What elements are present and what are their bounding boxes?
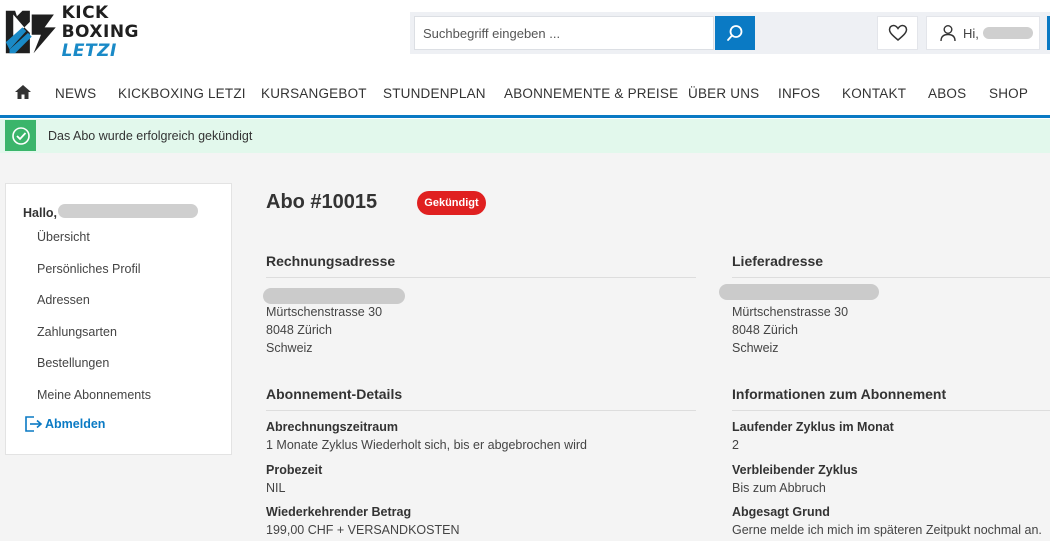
billing-country: Schweiz: [266, 341, 313, 355]
trial-period-label: Probezeit: [266, 463, 323, 477]
logo-line-letzi: LETZI: [61, 40, 117, 61]
nav-item-abonnemente-preise[interactable]: ABONNEMENTE & PREISE: [504, 86, 678, 101]
redacted-shipping-name: [719, 284, 879, 300]
nav-item-news[interactable]: NEWS: [55, 86, 96, 101]
remaining-cycle-value: Bis zum Abbruch: [732, 481, 826, 495]
account-sidebar: Hallo, Übersicht Persönliches Profil Adr…: [5, 183, 232, 455]
sidebar-item-zahlungsarten[interactable]: Zahlungsarten: [37, 325, 117, 339]
site-logo[interactable]: KICK BOXING LETZI: [4, 2, 139, 61]
subscription-info-heading: Informationen zum Abonnement: [732, 386, 947, 402]
nav-item-infos[interactable]: INFOS: [778, 86, 820, 101]
logout-button[interactable]: Abmelden: [23, 414, 105, 434]
home-icon[interactable]: [14, 83, 32, 101]
main-navigation: NEWS KICKBOXING LETZI KURSANGEBOT STUNDE…: [0, 68, 1050, 118]
current-cycle-value: 2: [732, 438, 739, 452]
cancel-reason-label: Abgesagt Grund: [732, 505, 830, 519]
cancel-reason-value: Gerne melde ich mich im späteren Zeitpuk…: [732, 523, 1042, 537]
sidebar-item-uebersicht[interactable]: Übersicht: [37, 230, 90, 244]
site-header: KICK BOXING LETZI Suchbegriff eingeben .…: [0, 0, 1050, 68]
current-cycle-label: Laufender Zyklus im Monat: [732, 420, 894, 434]
billing-street: Mürtschenstrasse 30: [266, 305, 383, 319]
billing-address-heading: Rechnungsadresse: [266, 253, 396, 269]
logo-line-boxing: BOXING: [61, 21, 139, 42]
divider: [266, 277, 696, 278]
recurring-amount-label: Wiederkehrender Betrag: [266, 505, 412, 519]
trial-period-value: NIL: [266, 481, 286, 495]
logout-label: Abmelden: [45, 417, 106, 431]
subscription-details-heading: Abonnement-Details: [266, 386, 403, 402]
account-content: Hallo, Übersicht Persönliches Profil Adr…: [0, 153, 1050, 541]
redacted-billing-name: [263, 288, 405, 304]
search-icon: [727, 25, 743, 41]
sidebar-greeting: Hallo,: [23, 206, 58, 220]
divider: [266, 410, 696, 411]
kickboxing-logo-icon: [5, 10, 56, 54]
check-circle-icon: [5, 120, 36, 151]
billing-period-label: Abrechnungszeitraum: [266, 420, 398, 434]
redacted-username: [982, 27, 1033, 39]
shipping-city: 8048 Zürich: [732, 323, 799, 337]
remaining-cycle-label: Verbleibender Zyklus: [732, 463, 858, 477]
nav-item-abos[interactable]: ABOS: [928, 86, 966, 101]
shipping-street: Mürtschenstrasse 30: [732, 305, 849, 319]
recurring-amount-value: 199,00 CHF + VERSANDKOSTEN: [266, 523, 460, 537]
nav-item-ueber-uns[interactable]: ÜBER UNS: [688, 86, 759, 101]
billing-city: 8048 Zürich: [266, 323, 333, 337]
subscription-title: Abo #10015: [266, 191, 378, 213]
search-input[interactable]: Suchbegriff eingeben ...: [414, 16, 714, 50]
sidebar-item-profil[interactable]: Persönliches Profil: [37, 262, 141, 276]
shipping-country: Schweiz: [732, 341, 779, 355]
sidebar-item-bestellungen[interactable]: Bestellungen: [37, 356, 109, 370]
wishlist-button[interactable]: [877, 16, 918, 50]
success-alert: Das Abo wurde erfolgreich gekündigt: [0, 119, 1050, 153]
sidebar-item-adressen[interactable]: Adressen: [37, 293, 90, 307]
heart-icon: [888, 24, 907, 41]
alert-message: Das Abo wurde erfolgreich gekündigt: [48, 129, 253, 143]
account-button[interactable]: Hi,: [926, 16, 1040, 50]
billing-period-value: 1 Monate Zyklus Wiederholt sich, bis er …: [266, 438, 587, 452]
sidebar-item-abonnements[interactable]: Meine Abonnements: [37, 388, 151, 402]
status-badge: Gekündigt: [417, 191, 486, 215]
logout-icon: [25, 416, 43, 432]
redacted-customer-name: [58, 204, 198, 218]
user-icon: [940, 25, 956, 42]
nav-item-shop[interactable]: SHOP: [989, 86, 1028, 101]
search-button[interactable]: [715, 16, 755, 50]
logo-line-kick: KICK: [61, 2, 109, 23]
header-toolbar: Suchbegriff eingeben ... Hi,: [410, 12, 1050, 54]
nav-item-kickboxing-letzi[interactable]: KICKBOXING LETZI: [118, 86, 246, 101]
nav-item-kontakt[interactable]: KONTAKT: [842, 86, 906, 101]
nav-item-stundenplan[interactable]: STUNDENPLAN: [383, 86, 486, 101]
divider: [732, 410, 1050, 411]
account-greeting: Hi,: [963, 25, 979, 41]
shipping-address-heading: Lieferadresse: [732, 253, 824, 269]
divider: [732, 277, 1050, 278]
nav-item-kursangebot[interactable]: KURSANGEBOT: [261, 86, 367, 101]
